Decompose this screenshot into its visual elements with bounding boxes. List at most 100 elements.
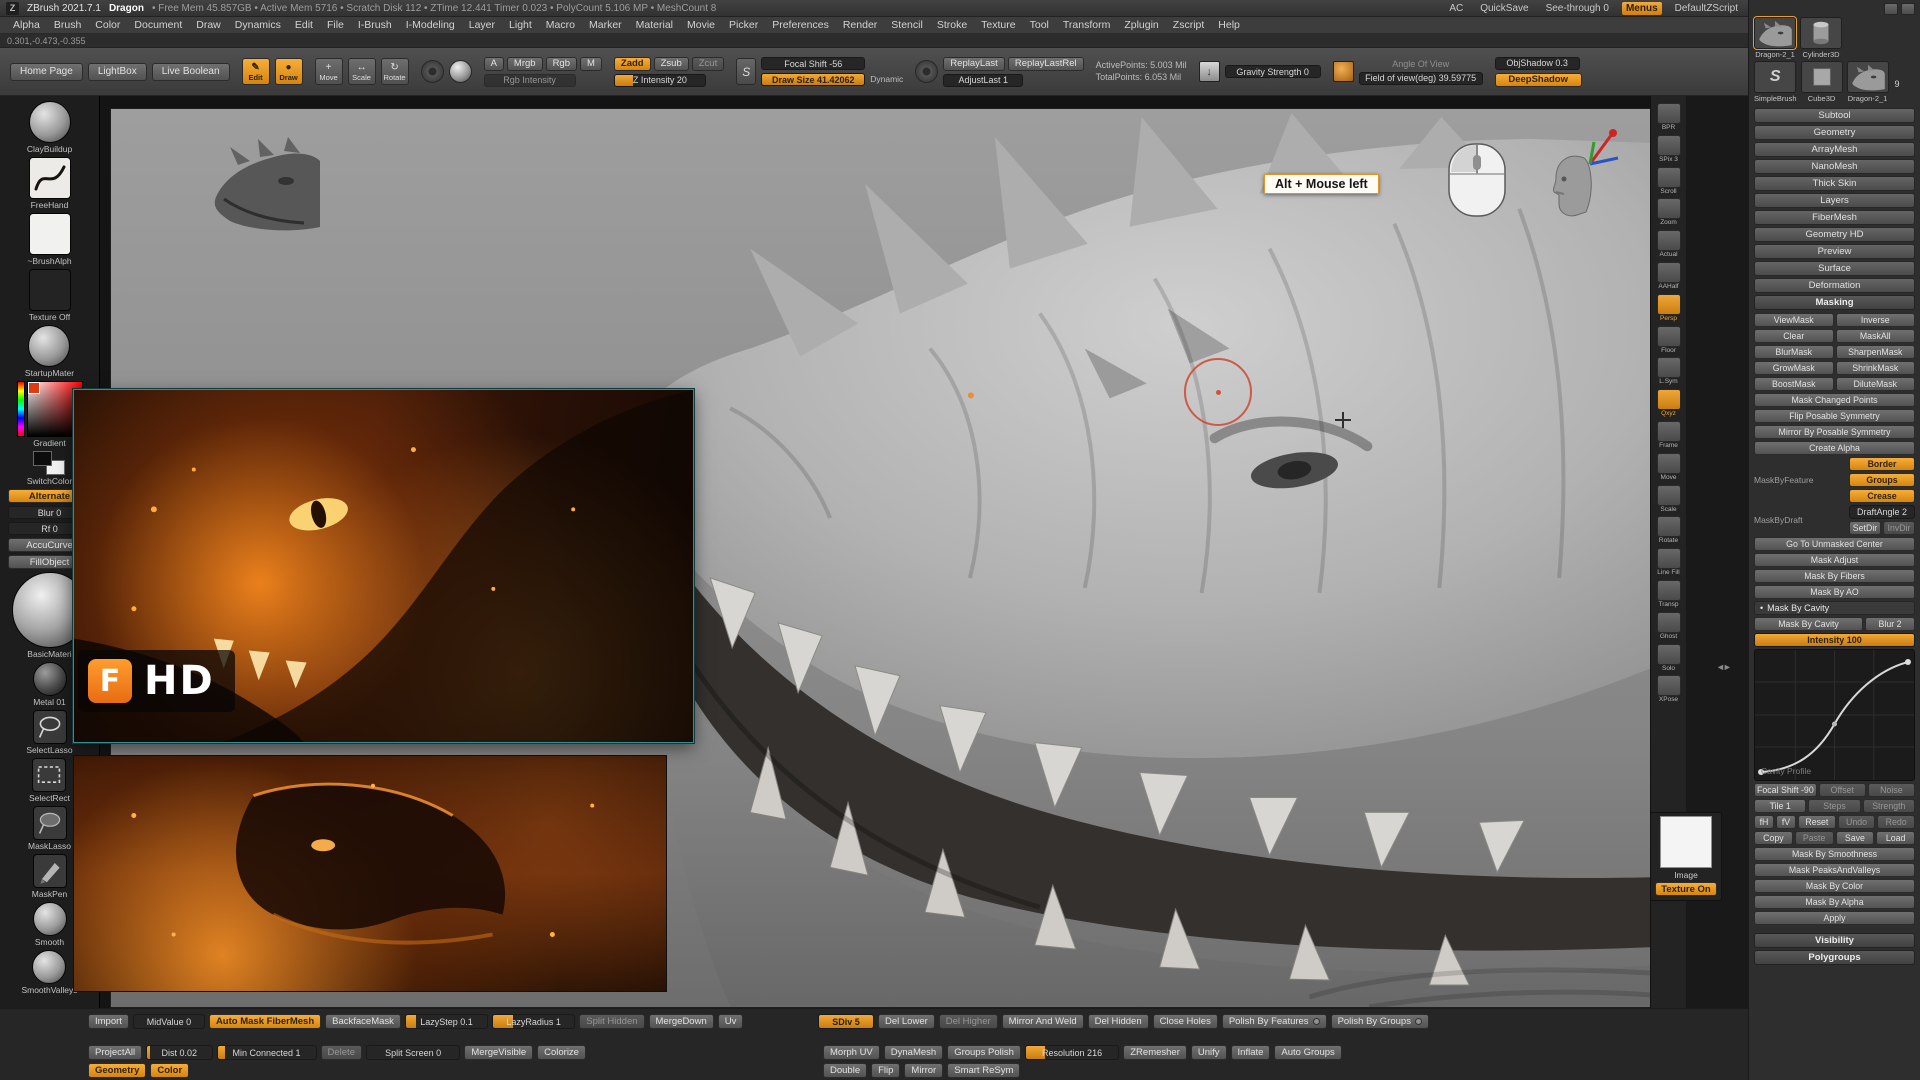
bottom-auto-mask-fibermesh[interactable]: Auto Mask FiberMesh [209, 1014, 321, 1029]
bottom-inflate[interactable]: Inflate [1231, 1045, 1271, 1060]
menu-zscript[interactable]: Zscript [1166, 19, 1212, 31]
zadd-button[interactable]: Zadd [614, 57, 651, 71]
bottom-projectall[interactable]: ProjectAll [88, 1045, 142, 1060]
mask-mask-by-fibers[interactable]: Mask By Fibers [1754, 569, 1915, 583]
menu-light[interactable]: Light [502, 19, 539, 31]
rshelf-scroll[interactable]: Scroll [1657, 167, 1681, 196]
mask-crease[interactable]: Crease [1849, 489, 1915, 503]
deep-shadow-button[interactable]: DeepShadow [1495, 73, 1582, 87]
palette-thick-skin[interactable]: Thick Skin [1754, 176, 1915, 191]
gravity-strength-slider[interactable]: Gravity Strength 0 [1225, 65, 1321, 78]
mask-mask-by-smoothness[interactable]: Mask By Smoothness [1754, 847, 1915, 861]
bottom-split-screen-0[interactable]: Split Screen 0 [366, 1045, 460, 1060]
titlebar-see-through-0[interactable]: See-through 0 [1542, 2, 1613, 15]
tray-startupmater[interactable]: StartupMater [25, 325, 74, 378]
bottom-sdiv-5[interactable]: SDiv 5 [818, 1014, 874, 1029]
replay-last-rel-button[interactable]: ReplayLastRel [1008, 57, 1084, 71]
mrgb-button[interactable]: Mrgb [507, 57, 543, 71]
bottom-auto-groups[interactable]: Auto Groups [1274, 1045, 1341, 1060]
spotlight-a-button[interactable]: A [484, 57, 504, 71]
rshelf-transp[interactable]: Transp [1657, 580, 1681, 609]
palette-fibermesh[interactable]: FiberMesh [1754, 210, 1915, 225]
titlebar-menus[interactable]: Menus [1622, 2, 1662, 15]
menu-help[interactable]: Help [1211, 19, 1247, 31]
draw-size-slider[interactable]: Draw Size 41.42062 [761, 73, 865, 86]
menu-stroke[interactable]: Stroke [930, 19, 974, 31]
stroke-picker-icon[interactable] [421, 60, 444, 83]
mask-mask-by-cavity[interactable]: Mask By Cavity [1754, 617, 1863, 631]
mask-mask-by-color[interactable]: Mask By Color [1754, 879, 1915, 893]
texture-on-button[interactable]: Texture On [1655, 882, 1717, 896]
bottom-resolution-216[interactable]: Resolution 216 [1025, 1045, 1119, 1060]
bottom-mergedown[interactable]: MergeDown [649, 1014, 714, 1029]
rshelf-xpose[interactable]: XPose [1657, 675, 1681, 704]
adjust-last-slider[interactable]: AdjustLast 1 [943, 74, 1023, 87]
bottom-colorize[interactable]: Colorize [537, 1045, 586, 1060]
cavity-profile-curve[interactable]: Cavity Profile [1754, 649, 1915, 781]
menu-layer[interactable]: Layer [462, 19, 502, 31]
rshelf-actual[interactable]: Actual [1657, 230, 1681, 259]
tray-texture-off[interactable]: Texture Off [29, 269, 71, 322]
obj-shadow-slider[interactable]: ObjShadow 0.3 [1495, 57, 1580, 70]
tray-selectrect[interactable]: SelectRect [29, 758, 70, 803]
bottom-del-lower[interactable]: Del Lower [878, 1014, 935, 1029]
divider-handle-icon[interactable]: ◄► [1716, 662, 1730, 672]
mask-by-cavity-header[interactable]: •Mask By Cavity [1754, 601, 1915, 615]
menu-i-modeling[interactable]: I-Modeling [399, 19, 462, 31]
bottom-import[interactable]: Import [88, 1014, 129, 1029]
mask-shrinkmask[interactable]: ShrinkMask [1836, 361, 1916, 375]
replay-last-button[interactable]: ReplayLast [943, 57, 1005, 71]
menu-texture[interactable]: Texture [974, 19, 1022, 31]
replay-stroke-icon[interactable] [915, 60, 938, 83]
menu-file[interactable]: File [320, 19, 351, 31]
menu-alpha[interactable]: Alpha [6, 19, 47, 31]
mask-intensity-100[interactable]: Intensity 100 [1754, 633, 1915, 647]
bottom-split-hidden[interactable]: Split Hidden [579, 1014, 644, 1029]
rshelf-zoom[interactable]: Zoom [1657, 198, 1681, 227]
mask-groups[interactable]: Groups [1849, 473, 1915, 487]
scale-button[interactable]: ↔ Scale [348, 58, 376, 85]
mask-setdir[interactable]: SetDir [1849, 521, 1881, 535]
tool-thumb-cylinder3d[interactable]: Cylinder3D [1800, 17, 1842, 59]
alpha-picker-icon[interactable] [449, 60, 472, 83]
lightbox-button[interactable]: LightBox [88, 63, 147, 81]
focal-shift-slider[interactable]: Focal Shift -56 [761, 57, 865, 70]
tray-smoothvalleys[interactable]: SmoothValleys [21, 950, 77, 995]
bottom-color[interactable]: Color [150, 1063, 189, 1078]
rshelf-l-sym[interactable]: L.Sym [1657, 357, 1681, 386]
menu-zplugin[interactable]: Zplugin [1117, 19, 1165, 31]
rshelf-aahalf[interactable]: AAHalf [1657, 262, 1681, 291]
rshelf-move[interactable]: Move [1657, 453, 1681, 482]
tray-claybuildup[interactable]: ClayBuildup [27, 101, 72, 154]
mask-go-to-unmasked-center[interactable]: Go To Unmasked Center [1754, 537, 1915, 551]
tool-thumb-cube3d[interactable]: Cube3D [1801, 61, 1843, 103]
mask-mask-changed-points[interactable]: Mask Changed Points [1754, 393, 1915, 407]
menu-macro[interactable]: Macro [539, 19, 582, 31]
bottom-uv[interactable]: Uv [718, 1014, 744, 1029]
bottom-min-connected-1[interactable]: Min Connected 1 [217, 1045, 317, 1060]
gravity-icon[interactable]: ↓ [1199, 61, 1220, 82]
bottom-mirror[interactable]: Mirror [904, 1063, 943, 1078]
menu-material[interactable]: Material [629, 19, 680, 31]
bottom-close-holes[interactable]: Close Holes [1153, 1014, 1218, 1029]
bottom-flip[interactable]: Flip [871, 1063, 900, 1078]
palette-visibility[interactable]: Visibility [1754, 933, 1915, 948]
mask-sharpenmask[interactable]: SharpenMask [1836, 345, 1916, 359]
titlebar-defaultzscript[interactable]: DefaultZScript [1671, 2, 1742, 15]
menu-stencil[interactable]: Stencil [884, 19, 930, 31]
mask-growmask[interactable]: GrowMask [1754, 361, 1834, 375]
menu-transform[interactable]: Transform [1056, 19, 1117, 31]
mask-mask-by-ao[interactable]: Mask By AO [1754, 585, 1915, 599]
menu-i-brush[interactable]: I-Brush [351, 19, 399, 31]
tray-freehand[interactable]: FreeHand [29, 157, 71, 210]
edit-button[interactable]: ✎ Edit [242, 58, 270, 85]
switch-color-icon[interactable] [33, 451, 65, 475]
bottom-mergevisible[interactable]: MergeVisible [464, 1045, 533, 1060]
menu-picker[interactable]: Picker [722, 19, 765, 31]
rshelf-solo[interactable]: Solo [1657, 644, 1681, 673]
mask-strength[interactable]: Strength [1863, 799, 1915, 813]
rshelf-frame[interactable]: Frame [1657, 421, 1681, 450]
palette-polygroups[interactable]: Polygroups [1754, 950, 1915, 965]
mask-reset[interactable]: Reset [1798, 815, 1836, 829]
palette-nanomesh[interactable]: NanoMesh [1754, 159, 1915, 174]
